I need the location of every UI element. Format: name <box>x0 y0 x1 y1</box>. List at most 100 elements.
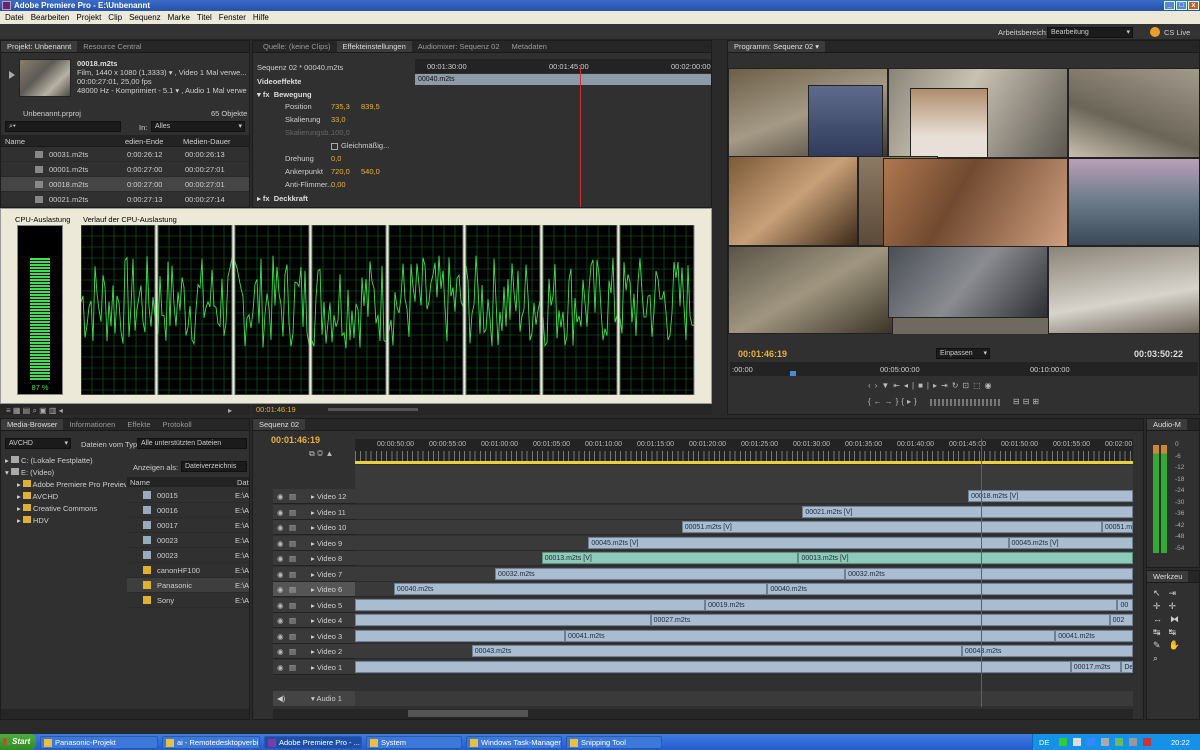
eye-icon[interactable]: ◉ <box>277 492 284 501</box>
film-icon[interactable]: ▤ <box>289 554 296 563</box>
pen-icon[interactable]: ✎ <box>1153 640 1169 650</box>
playhead-icon[interactable] <box>790 371 796 376</box>
eye-icon[interactable]: ◉ <box>277 647 284 656</box>
tab-resource-central[interactable]: Resource Central <box>77 41 147 52</box>
go-next-edit-icon[interactable]: →} <box>885 397 902 406</box>
list-item[interactable]: 00023 E:\A <box>127 533 249 548</box>
col-name[interactable]: Name <box>130 478 150 487</box>
menu-sequenz[interactable]: Sequenz <box>127 13 163 22</box>
tab-effect-controls[interactable]: Effekteinstellungen <box>336 41 412 52</box>
step-back-icon[interactable]: ◂| <box>904 381 918 390</box>
slide-icon[interactable]: ↹ <box>1169 627 1185 637</box>
tab-metadata[interactable]: Metadaten <box>506 41 553 52</box>
work-area-bar[interactable] <box>355 461 1133 464</box>
timeline-clip[interactable]: 00040.m2ts <box>393 583 768 595</box>
timeline-clip[interactable]: 00045.m2ts [V] <box>1008 536 1133 549</box>
timeline-clip[interactable]: 002 <box>1109 614 1133 626</box>
razor-icon[interactable]: ⧓ <box>1170 614 1187 624</box>
effect-timecode[interactable]: 00:01:46:19 <box>256 405 296 414</box>
zoom-slider[interactable] <box>328 408 418 411</box>
tab-sequence[interactable]: Sequenz 02 <box>253 419 306 430</box>
snap-icon[interactable]: ⧉ ◎ ▲ <box>309 449 333 459</box>
timeline-clip[interactable]: 00019.m2ts <box>705 598 1118 611</box>
tab-tools[interactable]: Werkzeu <box>1147 571 1189 582</box>
lift-extract-icons[interactable]: ⊟⊟⊞ <box>1013 397 1042 406</box>
workspace-select[interactable]: Bearbeitung ▾ <box>1047 27 1133 38</box>
tab-history[interactable]: Protokoll <box>157 419 198 430</box>
taskbar-button[interactable]: Snipping Tool <box>566 736 662 749</box>
audio-track-header[interactable]: ◀) ▾ Audio 1 <box>273 691 355 706</box>
go-prev-edit-icon[interactable]: {← <box>868 397 885 406</box>
go-out-icon[interactable]: ⇥ <box>941 381 952 390</box>
clock[interactable]: 20:22 <box>1171 738 1190 747</box>
network-icon[interactable] <box>1101 738 1109 746</box>
prop-value[interactable]: 33,0 <box>331 115 346 124</box>
track-lane[interactable]: 00013.m2ts [V] 00013.m2ts [V] <box>355 551 1133 566</box>
maximize-icon[interactable]: □ <box>1176 1 1187 10</box>
eye-icon[interactable]: ◉ <box>277 554 284 563</box>
timeline-clip[interactable]: 00013.m2ts [V] <box>541 552 799 564</box>
col-media-duration[interactable]: Medien-Dauer <box>183 137 231 146</box>
play-icon[interactable] <box>9 71 15 79</box>
col-name[interactable]: Name <box>5 137 25 146</box>
timeline-clip[interactable]: 00043.m2ts <box>471 645 962 657</box>
prop-value[interactable]: 0,0 <box>331 154 341 163</box>
list-item[interactable]: 00018.m2ts 0:00:27:00 00:00:27:01 <box>1 177 249 192</box>
track-lane[interactable]: 00019.m2ts 00 <box>355 597 1133 613</box>
tree-item-e-drive[interactable]: ▾ E: (Video) <box>1 467 126 479</box>
step-forward-icon[interactable]: |▸ <box>927 381 941 390</box>
track-lane[interactable]: 00051.m2ts [V] 00051.m <box>355 520 1133 535</box>
film-icon[interactable]: ▤ <box>289 523 296 532</box>
program-video-frame[interactable] <box>728 68 1199 334</box>
eye-icon[interactable]: ◉ <box>277 570 284 579</box>
prop-value-y[interactable]: 839,5 <box>361 102 380 111</box>
film-icon[interactable]: ▤ <box>289 539 296 548</box>
media-browser-scroll[interactable] <box>1 709 249 719</box>
menu-titel[interactable]: Titel <box>195 13 214 22</box>
track-lane[interactable]: 00041.m2ts 00041.m2ts <box>355 628 1133 644</box>
eye-icon[interactable]: ◉ <box>277 601 284 610</box>
in-select[interactable]: Alles ▾ <box>151 121 245 132</box>
tree-item-folder[interactable]: ▸ Creative Commons <box>1 503 126 515</box>
track-lane[interactable]: 00018.m2ts [V] <box>355 489 1133 504</box>
list-item[interactable]: Panasonic E:\A <box>127 578 249 593</box>
effect-playhead[interactable] <box>580 67 581 207</box>
scroll-right-icon[interactable]: ▸ <box>228 406 232 415</box>
track-lane[interactable]: 00040.m2ts 00040.m2ts <box>355 582 1133 597</box>
prop-uniform-scale[interactable]: Gleichmäßig... <box>253 141 415 154</box>
timeline-clip[interactable]: 00051.m <box>1101 521 1133 533</box>
timeline-clip[interactable] <box>355 629 566 642</box>
track-lane[interactable]: 00017.m2ts Deckk <box>355 659 1133 675</box>
eye-icon[interactable]: ◉ <box>277 663 284 672</box>
project-search-input[interactable]: ⌕▾ <box>5 121 121 132</box>
tray-icon[interactable] <box>1059 738 1067 746</box>
timeline-clip[interactable] <box>355 598 706 611</box>
list-item[interactable]: 00031.m2ts 0:00:26:12 00:00:26:13 <box>1 147 249 162</box>
track-header[interactable]: ◉ ▤ ▸ Video 10 <box>273 520 355 535</box>
camera-icon[interactable]: ◉ <box>985 381 996 390</box>
jog-shuttle[interactable] <box>930 399 1000 406</box>
film-icon[interactable]: ▤ <box>289 492 296 501</box>
timeline-clip[interactable] <box>355 614 651 626</box>
mark-in-icon[interactable]: ‹ <box>868 381 875 390</box>
col-media-end[interactable]: edien-Ende <box>125 137 163 146</box>
track-lane[interactable]: 00032.m2ts 00032.m2ts <box>355 566 1133 582</box>
rate-stretch-icon[interactable]: ↔ <box>1153 614 1170 624</box>
program-timecode[interactable]: 00:01:46:19 <box>738 349 787 359</box>
prop-antiflicker[interactable]: Anti-Flimmer... 0,00 <box>253 180 415 193</box>
menu-datei[interactable]: Datei <box>3 13 26 22</box>
timeline-clip[interactable]: 00013.m2ts [V] <box>798 552 1133 564</box>
speaker-icon[interactable]: ◀) <box>277 694 285 703</box>
track-lane[interactable]: 00043.m2ts 00043.m2ts <box>355 644 1133 659</box>
list-item[interactable]: 00021.m2ts 0:00:27:13 00:00:27:14 <box>1 192 249 207</box>
film-icon[interactable]: ▤ <box>289 570 296 579</box>
track-header[interactable]: ◉ ▤ ▸ Video 3 <box>273 628 355 644</box>
list-item[interactable]: 00017 E:\A <box>127 518 249 533</box>
safe-margins-icon[interactable]: ⊡ <box>962 381 973 390</box>
prop-value-y[interactable]: 540,0 <box>361 167 380 176</box>
track-header[interactable]: ◉ ▤ ▸ Video 6 <box>273 582 355 597</box>
timeline-clip[interactable]: 00032.m2ts <box>495 567 846 580</box>
volume-icon[interactable] <box>1073 738 1081 746</box>
prop-value-x[interactable]: 720,0 <box>331 167 350 176</box>
timeline-ruler[interactable]: 00:00:50:00 00:00:55:00 00:01:00:00 00:01:0… <box>355 439 1133 461</box>
